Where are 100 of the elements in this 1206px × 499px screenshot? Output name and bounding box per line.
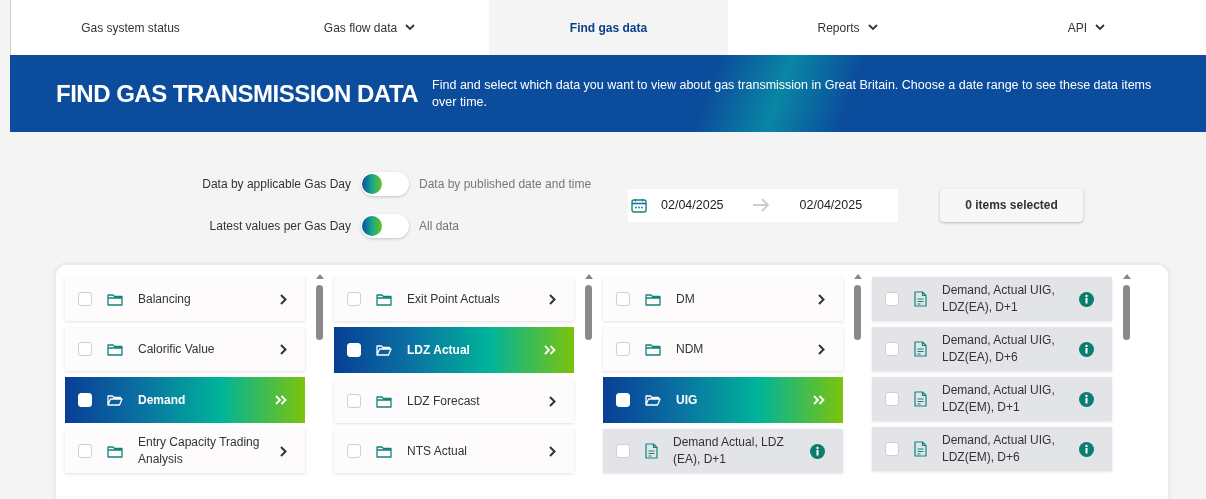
chevron-right-icon	[280, 293, 287, 305]
folder-icon	[107, 292, 123, 306]
document-icon	[914, 341, 927, 357]
double-chevron-icon	[813, 395, 825, 405]
checkbox[interactable]	[616, 342, 630, 356]
list-item[interactable]: DM	[603, 277, 843, 321]
item-label: Demand, Actual UIG, LDZ(EM), D+1	[942, 382, 1056, 416]
scroll-up-icon[interactable]	[853, 274, 862, 279]
item-label: Demand, Actual UIG, LDZ(EA), D+1	[942, 282, 1056, 316]
arrow-right-icon	[751, 198, 770, 212]
nav-tab[interactable]: Gas flow data	[250, 0, 489, 55]
date-range-field[interactable]: 02/04/2025 02/04/2025	[628, 188, 898, 222]
scrollbar-thumb[interactable]	[854, 285, 861, 340]
checkbox[interactable]	[78, 292, 92, 306]
item-label: Exit Point Actuals	[407, 290, 501, 308]
checkbox[interactable]	[885, 292, 899, 306]
item-label: DM	[676, 290, 696, 308]
list-item[interactable]: Demand, Actual UIG, LDZ(EM), D+1	[872, 377, 1112, 421]
list-item[interactable]: Entry Capacity Trading Analysis	[65, 429, 305, 473]
checkbox[interactable]	[78, 342, 92, 356]
document-icon	[914, 291, 927, 307]
checkbox[interactable]	[347, 292, 361, 306]
item-label: UIG	[676, 391, 699, 409]
info-icon[interactable]	[1079, 341, 1094, 357]
scroll-up-icon[interactable]	[584, 274, 593, 279]
checkbox[interactable]	[347, 394, 361, 408]
checkbox[interactable]	[78, 444, 92, 458]
list-item[interactable]: LDZ Forecast	[334, 379, 574, 423]
items-selected-button[interactable]: 0 items selected	[940, 188, 1083, 222]
nav-tab[interactable]: Reports	[728, 0, 967, 55]
scroll-up-icon[interactable]	[1122, 274, 1131, 279]
folder-icon	[107, 342, 123, 356]
item-label: LDZ Actual	[407, 341, 471, 359]
info-icon[interactable]	[810, 443, 825, 459]
double-chevron-icon	[544, 345, 556, 355]
item-label: Calorific Value	[138, 340, 216, 358]
start-date: 02/04/2025	[661, 196, 724, 214]
open-folder-icon	[376, 343, 392, 357]
list-item[interactable]: Exit Point Actuals	[334, 277, 574, 321]
checkbox[interactable]	[885, 342, 899, 356]
nav-tab[interactable]: Gas system status	[11, 0, 250, 55]
info-icon[interactable]	[1079, 291, 1094, 307]
folder-icon	[645, 292, 661, 306]
list-item[interactable]: Demand, Actual UIG, LDZ(EA), D+6	[872, 327, 1112, 371]
list-item[interactable]: NDM	[603, 327, 843, 371]
folder-icon	[376, 444, 392, 458]
end-date: 02/04/2025	[799, 196, 863, 214]
item-label: NTS Actual	[407, 442, 469, 460]
scrollbar-thumb[interactable]	[316, 285, 323, 340]
list-item[interactable]: Demand Actual, LDZ (EA), D+1	[603, 429, 843, 473]
document-icon	[914, 391, 927, 407]
chevron-right-icon	[280, 445, 287, 457]
page-title: FIND GAS TRANSMISSION DATA	[56, 78, 419, 109]
list-item[interactable]: Demand, Actual UIG, LDZ(EA), D+1	[872, 277, 1112, 321]
toggle-label: All data	[419, 218, 460, 235]
item-label: LDZ Forecast	[407, 392, 481, 410]
scroll-up-icon[interactable]	[315, 274, 324, 279]
list-item[interactable]: LDZ Actual	[334, 327, 574, 373]
chevron-right-icon	[818, 343, 825, 355]
document-icon	[645, 443, 658, 459]
checkbox[interactable]	[885, 442, 899, 456]
item-label: Demand, Actual UIG, LDZ(EA), D+6	[942, 332, 1056, 366]
item-label: Balancing	[138, 290, 192, 308]
toggle-label: Data by applicable Gas Day	[201, 176, 351, 193]
item-label: NDM	[676, 340, 705, 358]
info-icon[interactable]	[1079, 441, 1094, 457]
checkbox[interactable]	[616, 292, 630, 306]
toggle-label: Data by published date and time	[419, 176, 592, 193]
open-folder-icon	[645, 393, 661, 407]
item-label: Entry Capacity Trading Analysis	[138, 434, 261, 468]
document-icon	[914, 441, 927, 457]
folder-icon	[107, 444, 123, 458]
list-item[interactable]: Demand, Actual UIG, LDZ(EM), D+6	[872, 427, 1112, 471]
chevron-right-icon	[549, 293, 556, 305]
checkbox[interactable]	[347, 444, 361, 458]
banner-description: Find and select which data you want to view about gas transmission in Great Britain. Choose a date range to see these data items over time.	[432, 76, 1153, 111]
toggle-switch[interactable]	[361, 214, 409, 238]
chevron-right-icon	[280, 343, 287, 355]
calendar-icon	[631, 197, 647, 213]
nav-tab[interactable]: API	[967, 0, 1206, 55]
list-item[interactable]: UIG	[603, 377, 843, 423]
chevron-right-icon	[549, 445, 556, 457]
scrollbar-thumb[interactable]	[1123, 285, 1130, 340]
checkbox[interactable]	[885, 392, 899, 406]
double-chevron-icon	[275, 395, 287, 405]
list-item[interactable]: Demand	[65, 377, 305, 423]
nav-tab[interactable]: Find gas data	[489, 0, 728, 55]
info-icon[interactable]	[1079, 391, 1094, 407]
folder-icon	[645, 342, 661, 356]
folder-icon	[376, 292, 392, 306]
checkbox[interactable]	[616, 444, 630, 458]
list-item[interactable]: NTS Actual	[334, 429, 574, 473]
list-item[interactable]: Balancing	[65, 277, 305, 321]
item-label: Demand	[138, 391, 187, 409]
open-folder-icon	[107, 393, 123, 407]
toggle-switch[interactable]	[361, 172, 409, 196]
item-label: Demand Actual, LDZ (EA), D+1	[673, 434, 785, 468]
list-item[interactable]: Calorific Value	[65, 327, 305, 371]
folder-icon	[376, 394, 392, 408]
scrollbar-thumb[interactable]	[585, 285, 592, 340]
